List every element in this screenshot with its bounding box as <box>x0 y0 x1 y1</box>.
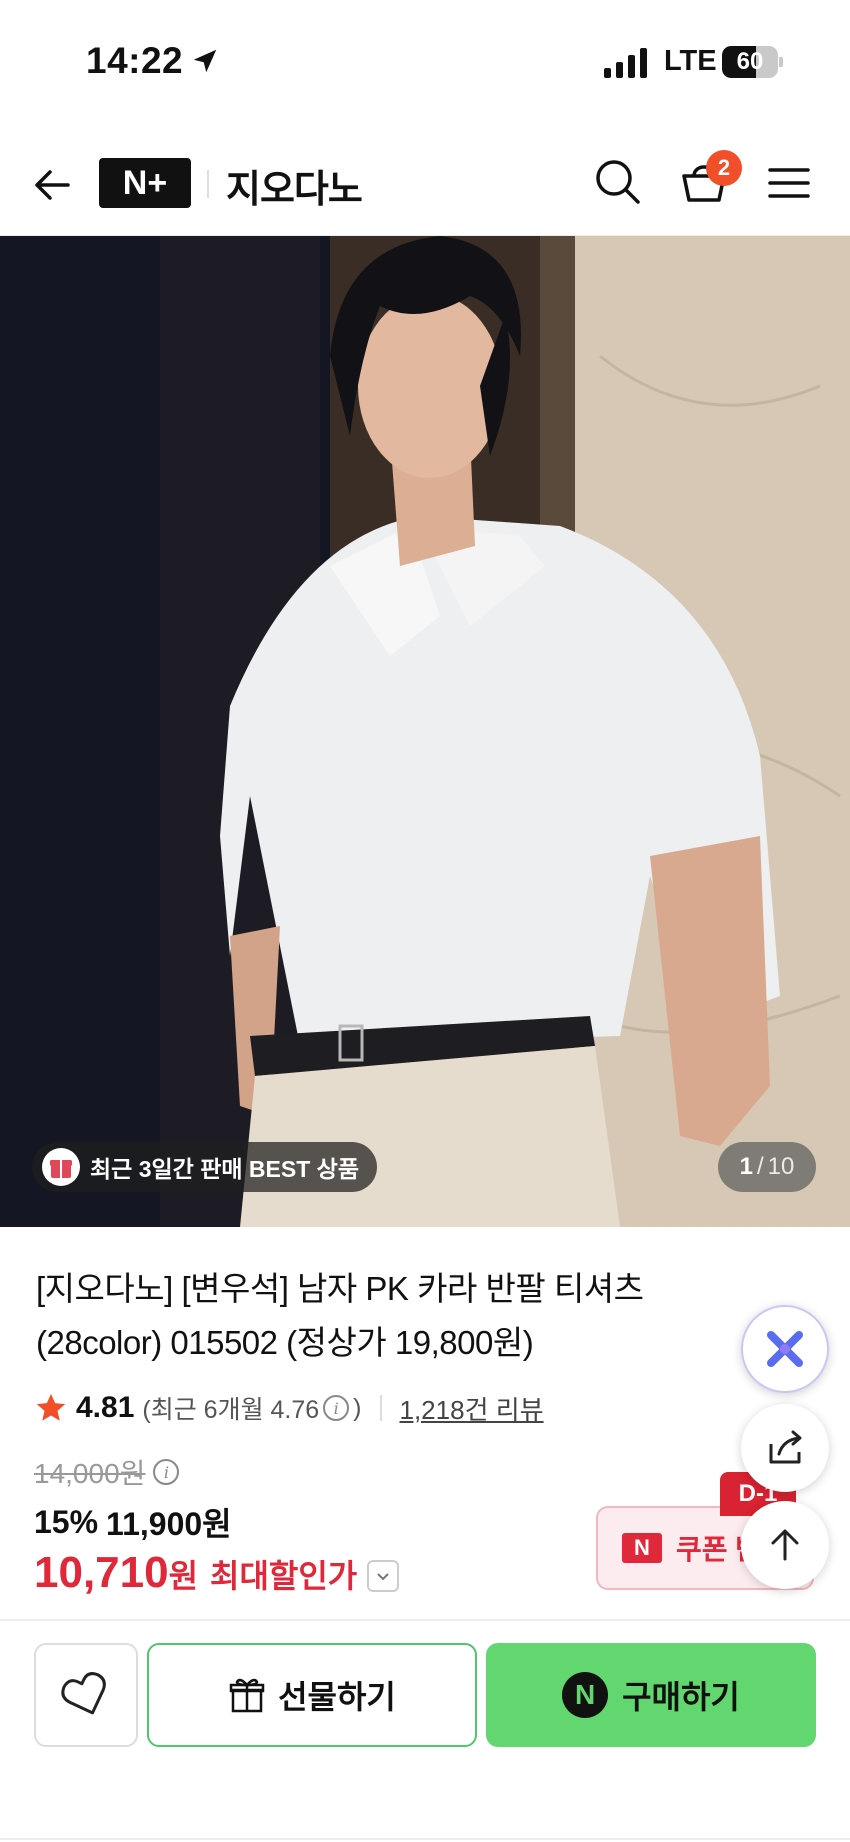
ai-assistant-button[interactable] <box>741 1305 829 1393</box>
arrow-up-icon <box>771 1529 799 1561</box>
price-info-icon[interactable]: i <box>153 1459 180 1485</box>
rating-row: 4.81 (최근 6개월 4.76 i ) 1,218건 리뷰 <box>34 1386 544 1430</box>
bottom-bar-divider <box>0 1619 850 1621</box>
info-icon[interactable]: i <box>323 1395 350 1421</box>
product-photo <box>0 236 850 1227</box>
sale-price-row: 15% 11,900원 <box>34 1500 232 1544</box>
star-icon <box>36 1393 66 1421</box>
home-indicator-area <box>0 1838 850 1840</box>
search-icon[interactable] <box>590 154 646 210</box>
best-badge-text: 최근 3일간 판매 BEST 상품 <box>90 1156 359 1182</box>
recent-rating: (최근 6개월 4.76 i ) <box>142 1390 361 1426</box>
share-button[interactable] <box>741 1404 829 1492</box>
chevron-down-icon[interactable] <box>367 1560 400 1592</box>
network-type: LTE <box>664 45 717 77</box>
gift-button-label: 선물하기 <box>278 1679 396 1715</box>
menu-icon[interactable] <box>764 158 814 208</box>
battery-level: 60 <box>736 48 764 75</box>
ai-sparkle-icon <box>767 1331 803 1367</box>
gift-button[interactable]: 선물하기 <box>147 1643 477 1747</box>
final-price-label: 최대할인가 <box>210 1558 358 1594</box>
buy-button[interactable]: N 구매하기 <box>486 1643 816 1747</box>
recent-rating-close: ) <box>353 1393 362 1422</box>
gift-icon <box>42 1148 80 1186</box>
signal-icon <box>604 48 647 78</box>
naver-pay-icon: N <box>562 1672 609 1718</box>
image-counter: 1 / 10 <box>718 1142 816 1192</box>
brand-name[interactable]: 지오다노 <box>226 158 363 213</box>
scroll-to-top-button[interactable] <box>741 1501 829 1589</box>
logo-text: N+ <box>122 163 168 202</box>
location-arrow-icon <box>193 49 217 73</box>
best-seller-badge: 최근 3일간 판매 BEST 상품 <box>32 1142 377 1192</box>
max-discount-price-row[interactable]: 10,710 원 최대할인가 <box>34 1548 400 1604</box>
product-title-line1: [지오다노] [변우석] 남자 PK 카라 반팔 티셔츠 <box>36 1270 644 1307</box>
image-counter-total: 10 <box>767 1153 795 1180</box>
status-time: 14:22 <box>86 40 184 81</box>
recent-rating-text: (최근 6개월 4.76 <box>142 1396 320 1424</box>
share-icon <box>769 1430 802 1464</box>
product-title-line2: (28color) 015502 (정상가 19,800원) <box>36 1324 534 1361</box>
naver-plus-logo[interactable]: N+ <box>99 158 191 208</box>
product-image-carousel[interactable] <box>0 236 850 1227</box>
wishlist-button[interactable] <box>34 1643 138 1747</box>
product-title: [지오다노] [변우석] 남자 PK 카라 반팔 티셔츠 (28color) 0… <box>36 1262 706 1370</box>
status-bar: 14:22 LTE 60 <box>0 0 850 118</box>
buy-button-label: 구매하기 <box>622 1679 740 1715</box>
final-price: 10,710 <box>34 1548 169 1597</box>
sale-price: 11,900원 <box>106 1506 232 1542</box>
heart-icon <box>61 1672 106 1715</box>
image-counter-current: 1 <box>739 1153 753 1180</box>
gift-box-icon <box>229 1678 265 1713</box>
divider <box>379 1395 382 1421</box>
final-price-unit: 원 <box>168 1558 199 1594</box>
original-price-row: 14,000원 i <box>34 1452 180 1492</box>
rating-score: 4.81 <box>76 1391 135 1424</box>
logo-divider <box>207 170 209 198</box>
battery-icon: 60 <box>722 46 783 78</box>
image-counter-separator: / <box>756 1153 764 1180</box>
original-price: 14,000원 <box>34 1458 146 1489</box>
back-arrow-icon[interactable] <box>28 160 78 210</box>
review-count-link[interactable]: 1,218건 리뷰 <box>400 1390 544 1427</box>
cart-count-badge: 2 <box>706 150 742 186</box>
naver-n-icon: N <box>622 1533 662 1563</box>
discount-rate: 15% <box>34 1503 99 1540</box>
